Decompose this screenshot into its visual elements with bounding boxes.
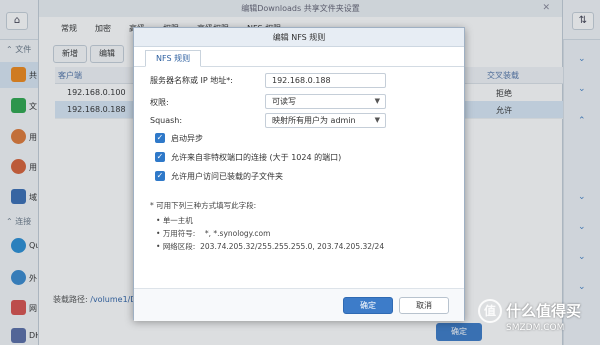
watermark-subtext: SMZDM.COM — [506, 323, 565, 333]
hostname-label: 服务器名称或 IP 地址*: — [150, 76, 233, 85]
squash-value: 映射所有用户为 admin — [272, 116, 356, 125]
privilege-value: 可读写 — [272, 97, 296, 106]
note-title: * 可用下列三种方式填写此字段: — [150, 201, 257, 210]
ok-button[interactable]: 确定 — [343, 297, 393, 314]
tab-nfs-rule[interactable]: NFS 规则 — [145, 50, 202, 67]
note-item-single-host: • 单一主机 — [156, 216, 193, 225]
chevron-down-icon: ▼ — [374, 97, 380, 105]
checkmark-icon: ✓ — [155, 152, 165, 162]
dialog-tab-bar: NFS 规则 — [134, 47, 464, 67]
watermark-text: 什么值得买 — [506, 302, 582, 320]
squash-label: Squash: — [150, 116, 183, 125]
chevron-down-icon: ▼ — [374, 116, 380, 124]
note-item-wildcard: • 万用符号: *, *.synology.com — [156, 229, 271, 238]
dialog-footer: 确定 取消 — [134, 288, 464, 321]
note-item-network: • 网络区段: 203.74.205.32/255.255.255.0, 203… — [156, 242, 385, 251]
watermark: 值 什么值得买 SMZDM.COM — [478, 296, 598, 342]
checkmark-icon: ✓ — [155, 171, 165, 181]
privilege-label: 权限: — [150, 98, 169, 107]
dialog-title: 编辑 NFS 规则 — [134, 28, 464, 47]
privilege-select[interactable]: 可读写 ▼ — [265, 94, 386, 109]
network-example: 203.74.205.32/255.255.255.0, 203.74.205.… — [200, 242, 385, 251]
checkmark-icon: ✓ — [155, 133, 165, 143]
non-privileged-ports-label: 允许来自非特权端口的连接 (大于 1024 的端口) — [171, 153, 342, 162]
smzdm-logo-icon: 值 — [478, 299, 502, 323]
hostname-field[interactable]: 192.168.0.188 — [265, 73, 386, 88]
wildcard-example: *, *.synology.com — [204, 229, 271, 238]
async-checkbox-label: 启动异步 — [171, 134, 203, 143]
edit-nfs-rule-dialog: 编辑 NFS 规则 NFS 规则 服务器名称或 IP 地址*: 192.168.… — [133, 27, 465, 321]
subfolder-access-label: 允许用户访问已装载的子文件夹 — [171, 172, 283, 181]
squash-select[interactable]: 映射所有用户为 admin ▼ — [265, 113, 386, 128]
cancel-button[interactable]: 取消 — [399, 297, 449, 314]
